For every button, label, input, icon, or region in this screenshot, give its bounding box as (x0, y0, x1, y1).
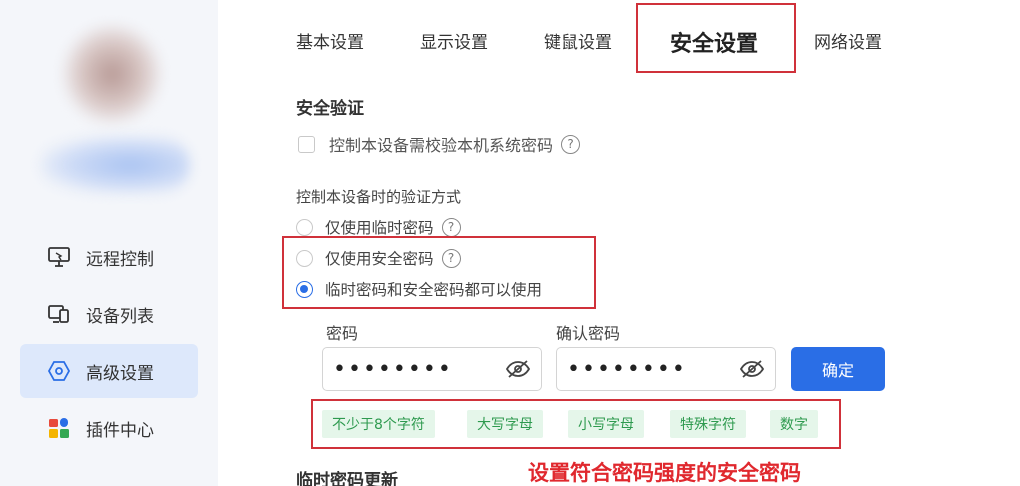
sidebar: 远程控制 设备列表 高级设置 插件中心 (0, 0, 218, 486)
sidebar-item-device-list[interactable]: 设备列表 (20, 287, 198, 341)
avatar-image (62, 24, 162, 124)
tab-network-settings[interactable]: 网络设置 (814, 28, 882, 53)
sidebar-item-remote-control[interactable]: 远程控制 (20, 230, 198, 284)
system-password-checkbox[interactable] (298, 135, 315, 153)
section-title-security-verification: 安全验证 (296, 99, 364, 119)
system-password-check-row: 控制本设备需校验本机系统密码 ? (298, 132, 581, 156)
rule-tag-lowercase: 小写字母 (568, 410, 644, 438)
rule-tag-digit: 数字 (770, 410, 818, 438)
system-password-checkbox-label: 控制本设备需校验本机系统密码 (329, 136, 554, 155)
confirm-password-input[interactable]: •••••••• (556, 347, 776, 391)
tab-basic-settings[interactable]: 基本设置 (296, 28, 364, 53)
password-value: •••••••• (333, 356, 453, 382)
sidebar-item-advanced-settings[interactable]: 高级设置 (20, 344, 198, 398)
password-label: 密码 (326, 324, 359, 343)
sidebar-item-plugin-center[interactable]: 插件中心 (20, 401, 198, 455)
confirm-password-label: 确认密码 (556, 324, 621, 343)
sidebar-nav: 远程控制 设备列表 高级设置 插件中心 (20, 230, 198, 458)
auth-method-title: 控制本设备时的验证方式 (296, 188, 462, 206)
tab-highlight-box (636, 3, 796, 73)
radio-temp-only[interactable] (296, 218, 313, 236)
annotation-text: 设置符合密码强度的安全密码 (528, 461, 801, 485)
auth-option-highlight-box (282, 236, 596, 309)
confirm-password-value: •••••••• (567, 356, 687, 382)
rule-tag-uppercase: 大写字母 (467, 410, 543, 438)
auth-option-label: 仅使用临时密码 (325, 219, 434, 237)
tab-display-settings[interactable]: 显示设置 (420, 28, 488, 53)
sidebar-item-label: 高级设置 (86, 363, 154, 384)
temp-password-update-title: 临时密码更新 (296, 471, 398, 486)
hexagon-settings-icon (46, 358, 72, 384)
eye-slash-icon[interactable] (739, 359, 765, 379)
monitor-icon (46, 244, 72, 270)
confirm-button[interactable]: 确定 (791, 347, 885, 391)
sidebar-item-label: 远程控制 (86, 249, 154, 270)
rule-tag-special-char: 特殊字符 (670, 410, 746, 438)
eye-slash-icon[interactable] (505, 359, 531, 379)
devices-icon (46, 301, 72, 327)
account-badge (40, 136, 190, 194)
help-icon[interactable]: ? (561, 134, 581, 154)
auth-option-temp-only[interactable]: 仅使用临时密码 ? (296, 216, 461, 238)
sidebar-item-label: 插件中心 (86, 420, 154, 441)
rule-tag-min-length: 不少于8个字符 (322, 410, 435, 438)
sidebar-item-label: 设备列表 (86, 306, 154, 327)
password-input[interactable]: •••••••• (322, 347, 542, 391)
help-icon[interactable]: ? (441, 217, 461, 237)
plugin-grid-icon (46, 415, 72, 441)
avatar (40, 18, 190, 198)
tab-keyboard-mouse-settings[interactable]: 键鼠设置 (544, 28, 612, 53)
